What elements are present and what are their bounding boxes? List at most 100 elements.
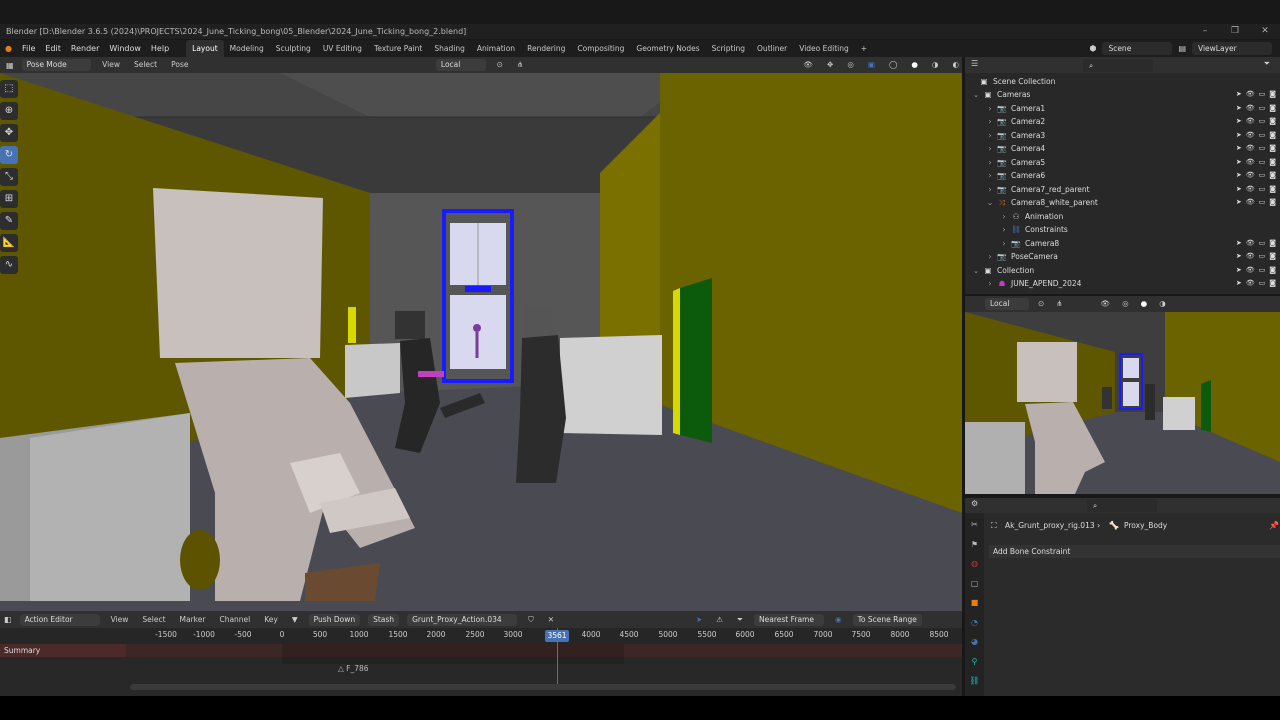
viewport-menu-view[interactable]: View (99, 57, 123, 73)
menu-window[interactable]: Window (104, 40, 146, 57)
tl-menu-marker[interactable]: Marker (177, 612, 209, 628)
outliner-row[interactable]: ⌄ ⤨ Camera8_white_parent ➤ 👁 ▭ ◙ (965, 196, 1280, 209)
tab-shading[interactable]: Shading (428, 40, 470, 57)
viewport-menu-select[interactable]: Select (131, 57, 160, 73)
maximize-icon[interactable]: ❐ (1220, 24, 1250, 39)
proportional-icon[interactable]: ◉ (832, 612, 845, 628)
expand-chevron-icon[interactable]: ⌄ (985, 196, 995, 209)
menu-file[interactable]: File (17, 40, 40, 57)
render-camera-icon[interactable]: ◙ (1269, 250, 1276, 263)
physics-tab-icon[interactable]: ◕ (965, 632, 984, 652)
outliner-editor-icon[interactable]: ☰ (971, 59, 978, 68)
xray-icon[interactable]: ▣ (865, 57, 878, 73)
outliner-scene-collection[interactable]: ▣ Scene Collection (965, 75, 1280, 88)
render-tab-icon[interactable]: ⚑ (965, 535, 984, 555)
tab-geometry-nodes[interactable]: Geometry Nodes (630, 40, 705, 57)
cursor-icon[interactable]: ⊕ (0, 102, 18, 120)
only-selected-icon[interactable]: ➤ (693, 612, 705, 628)
render-camera-icon[interactable]: ◙ (1269, 88, 1276, 101)
preview-shading-solid-icon[interactable]: ● (1138, 296, 1151, 312)
pivot-icon[interactable]: ⊙ (494, 57, 506, 73)
outliner-row[interactable]: › 📷 Camera1 ➤ 👁 ▭ ◙ (965, 102, 1280, 115)
select-arrow-icon[interactable]: ➤ (1236, 129, 1242, 142)
eye-icon[interactable]: 👁 (1246, 264, 1255, 277)
viewport-menu-pose[interactable]: Pose (168, 57, 191, 73)
viewport-disable-icon[interactable]: ▭ (1259, 142, 1266, 155)
collection-tab-icon[interactable]: ▢ (965, 574, 984, 594)
expand-chevron-icon[interactable]: › (999, 210, 1009, 223)
outliner-row[interactable]: › ⛓ Constraints (965, 223, 1280, 236)
viewport-disable-icon[interactable]: ▭ (1259, 88, 1266, 101)
eye-icon[interactable]: 👁 (1246, 250, 1255, 263)
eye-icon[interactable]: 👁 (1246, 115, 1255, 128)
expand-chevron-icon[interactable]: › (999, 237, 1009, 250)
viewport-disable-icon[interactable]: ▭ (1259, 129, 1266, 142)
funnel-icon[interactable]: ⏷ (734, 612, 746, 628)
expand-chevron-icon[interactable]: › (985, 142, 995, 155)
viewport-disable-icon[interactable]: ▭ (1259, 196, 1266, 209)
frame-ruler[interactable]: -1500 -1000 -500 0 500 1000 1500 2000 25… (0, 628, 962, 644)
viewport-disable-icon[interactable]: ▭ (1259, 102, 1266, 115)
eye-icon[interactable]: 👁 (1246, 156, 1255, 169)
blender-logo-icon[interactable]: ● (0, 40, 17, 57)
outliner-filter-icon[interactable]: ⏷ (1264, 59, 1270, 69)
push-down-button[interactable]: Push Down (308, 613, 361, 626)
outliner-row[interactable]: › 📷 Camera4 ➤ 👁 ▭ ◙ (965, 142, 1280, 155)
select-arrow-icon[interactable]: ➤ (1236, 115, 1242, 128)
fake-user-icon[interactable]: ⛉ (525, 612, 537, 628)
viewport-disable-icon[interactable]: ▭ (1259, 264, 1266, 277)
select-arrow-icon[interactable]: ➤ (1236, 250, 1242, 263)
preview-overlay-icon[interactable]: ◎ (1119, 296, 1132, 312)
tab-outliner[interactable]: Outliner (751, 40, 793, 57)
preview-shading-material-icon[interactable]: ◑ (1156, 296, 1169, 312)
render-camera-icon[interactable]: ◙ (1269, 237, 1276, 250)
tab-video-editing[interactable]: Video Editing (793, 40, 855, 57)
render-camera-icon[interactable]: ◙ (1269, 115, 1276, 128)
viewlayer-field[interactable]: ViewLayer (1192, 42, 1272, 55)
render-camera-icon[interactable]: ◙ (1269, 129, 1276, 142)
select-arrow-icon[interactable]: ➤ (1236, 183, 1242, 196)
render-camera-icon[interactable]: ◙ (1269, 183, 1276, 196)
eye-icon[interactable]: 👁 (1246, 183, 1255, 196)
viewport-disable-icon[interactable]: ▭ (1259, 169, 1266, 182)
outliner-row[interactable]: › 📷 Camera6 ➤ 👁 ▭ ◙ (965, 169, 1280, 182)
expand-chevron-icon[interactable]: › (985, 156, 995, 169)
shading-material-icon[interactable]: ◑ (929, 57, 942, 73)
expand-chevron-icon[interactable]: › (985, 250, 995, 263)
tl-menu-key[interactable]: Key (261, 612, 281, 628)
pin-icon[interactable]: 📌 (1269, 521, 1279, 530)
expand-chevron-icon[interactable]: › (985, 183, 995, 196)
filter-icon[interactable]: ▼ (289, 612, 301, 628)
properties-editor-icon[interactable]: ⚙ (971, 499, 978, 508)
world-tab-icon[interactable]: ◍ (965, 554, 984, 574)
select-arrow-icon[interactable]: ➤ (1236, 102, 1242, 115)
select-arrow-icon[interactable]: ➤ (1236, 88, 1242, 101)
expand-chevron-icon[interactable]: ⌄ (971, 264, 981, 277)
eye-icon[interactable]: 👁 (1246, 142, 1255, 155)
summary-channel[interactable]: Summary (0, 644, 126, 657)
expand-chevron-icon[interactable]: ⌄ (971, 88, 981, 101)
expand-chevron-icon[interactable]: › (985, 129, 995, 142)
editor-mode-dropdown[interactable]: Action Editor (19, 613, 100, 626)
outliner-search-field[interactable]: ⌕ (1083, 59, 1153, 72)
eye-icon[interactable]: 👁 (1246, 102, 1255, 115)
select-box-icon[interactable]: ⬚ (0, 80, 18, 98)
close-icon[interactable]: ✕ (1250, 24, 1280, 39)
measure-icon[interactable]: 📐 (0, 234, 18, 252)
camera-preview-viewport[interactable] (965, 312, 1280, 494)
3d-viewport[interactable] (0, 73, 962, 611)
move-icon[interactable]: ✥ (0, 124, 18, 142)
outliner-row[interactable]: › 📷 Camera3 ➤ 👁 ▭ ◙ (965, 129, 1280, 142)
tl-menu-view[interactable]: View (108, 612, 132, 628)
tab-compositing[interactable]: Compositing (571, 40, 630, 57)
preview-snap-icon[interactable]: ⋔ (1053, 296, 1065, 312)
expand-chevron-icon[interactable]: › (985, 169, 995, 182)
data-tab-icon[interactable]: ⚲ (965, 652, 984, 672)
tool-tab-icon[interactable]: ✂ (965, 515, 984, 535)
overlay-icon[interactable]: ◎ (844, 57, 857, 73)
editor-type-icon[interactable]: ▦ (6, 61, 14, 70)
menu-render[interactable]: Render (66, 40, 104, 57)
render-camera-icon[interactable]: ◙ (1269, 102, 1276, 115)
snapping-dropdown[interactable]: Nearest Frame (754, 613, 825, 626)
tab-scripting[interactable]: Scripting (706, 40, 751, 57)
